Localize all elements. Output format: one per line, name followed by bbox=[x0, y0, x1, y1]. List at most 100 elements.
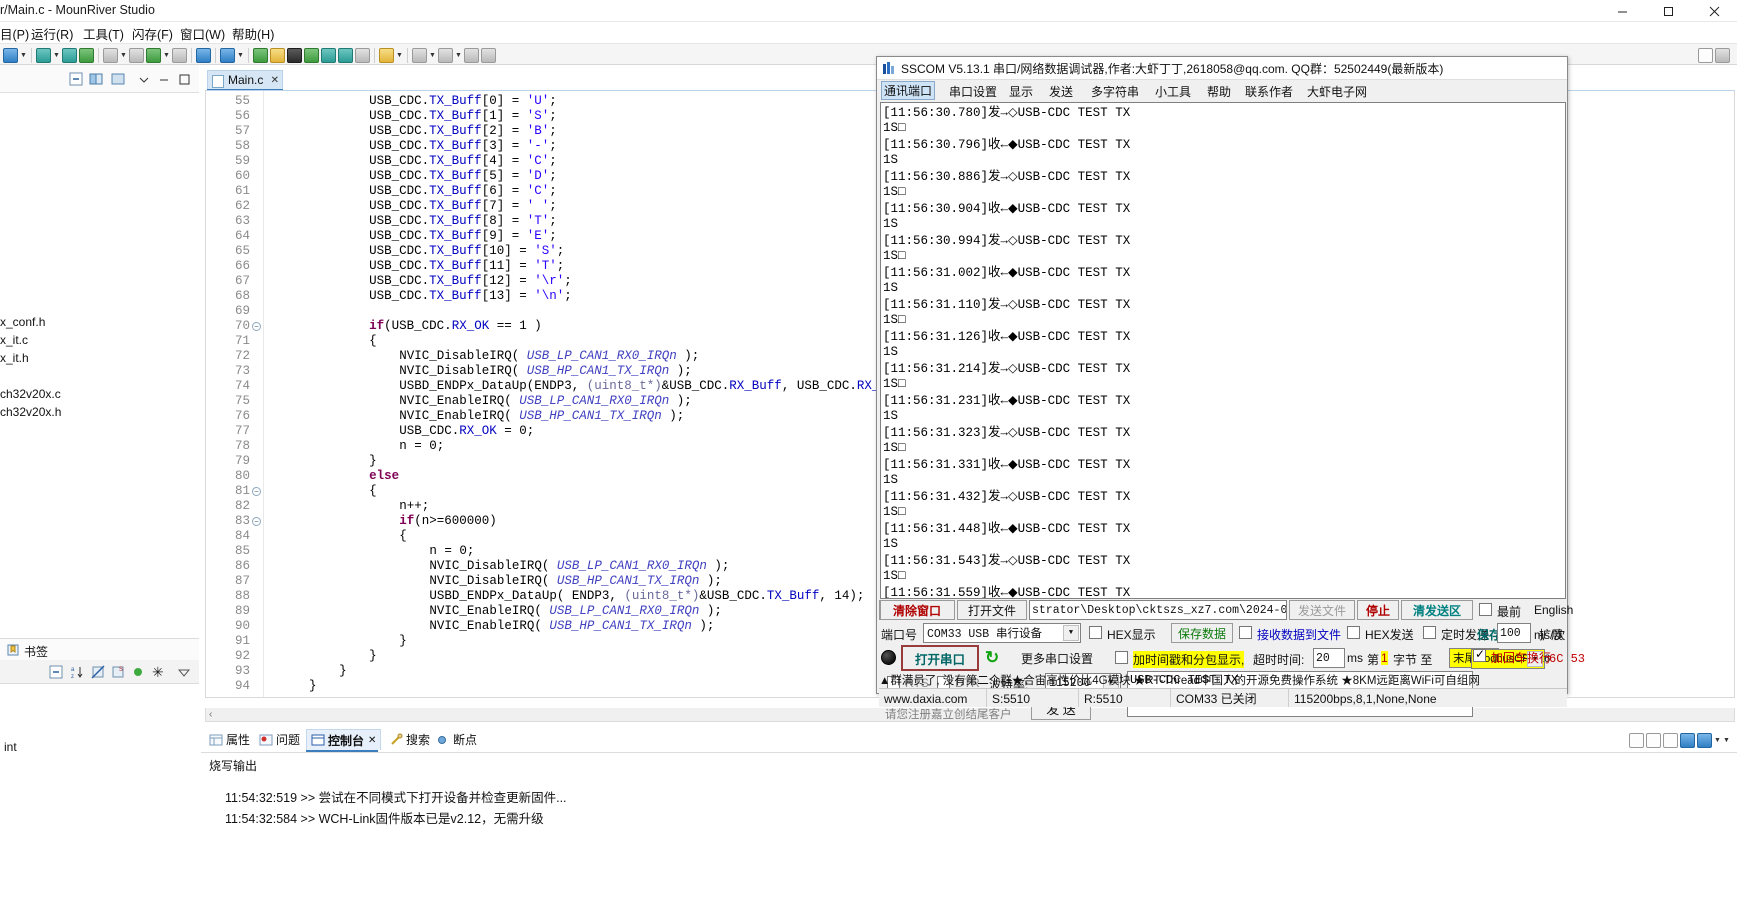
sort-az-icon[interactable]: az bbox=[70, 664, 86, 680]
code-line[interactable]: USB_CDC.TX_Buff[3] = '-'; bbox=[369, 139, 557, 154]
filter-off-icon[interactable] bbox=[90, 664, 106, 680]
file-path-input[interactable]: strator\Desktop\cktszs_xz7.com\2024-08-2… bbox=[1029, 600, 1287, 620]
code-line[interactable]: USB_CDC.TX_Buff[12] = '\r'; bbox=[369, 274, 572, 289]
minimize-button[interactable] bbox=[1599, 0, 1645, 22]
console-export-icon[interactable] bbox=[1628, 732, 1645, 749]
code-line[interactable]: NVIC_EnableIRQ( USB_HP_CAN1_TX_IRQn ); bbox=[429, 619, 714, 634]
indent-left-icon[interactable] bbox=[337, 47, 354, 64]
code-line[interactable]: USB_CDC.TX_Buff[6] = 'C'; bbox=[369, 184, 557, 199]
code-line[interactable]: USB_CDC.TX_Buff[2] = 'B'; bbox=[369, 124, 557, 139]
jd-icon[interactable] bbox=[252, 47, 269, 64]
restore-panel-icon[interactable] bbox=[156, 71, 172, 87]
code-line[interactable]: USB_CDC.RX_OK = 0; bbox=[399, 424, 534, 439]
send-file-button[interactable]: 发送文件 bbox=[1289, 600, 1355, 620]
recv-to-file-checkbox[interactable] bbox=[1239, 626, 1252, 639]
hex-display-checkbox[interactable] bbox=[1089, 626, 1102, 639]
code-line[interactable]: NVIC_EnableIRQ( USB_LP_CAN1_RX0_IRQn ); bbox=[429, 604, 722, 619]
tab-main-c[interactable]: Main.c ✕ bbox=[207, 70, 283, 90]
asterisk-icon[interactable]: ✳ bbox=[150, 664, 166, 680]
code-line[interactable]: USB_CDC.TX_Buff[7] = ' '; bbox=[369, 199, 557, 214]
next-edit-icon[interactable] bbox=[480, 47, 497, 64]
menu-run[interactable]: 运行(R) bbox=[31, 24, 73, 43]
english-label[interactable]: English bbox=[1534, 603, 1573, 617]
code-line[interactable]: USB_CDC.TX_Buff[9] = 'E'; bbox=[369, 229, 557, 244]
project-explorer-tree[interactable]: x_conf.h x_it.c x_it.h ch32v20x.c ch32v2… bbox=[0, 93, 199, 638]
filter-source-icon[interactable]: S bbox=[110, 664, 126, 680]
sscom-menu-help[interactable]: 帮助 bbox=[1207, 83, 1231, 100]
clear-send-button[interactable]: 清发送区 bbox=[1401, 600, 1473, 620]
code-line[interactable]: USB_CDC.TX_Buff[10] = 'S'; bbox=[369, 244, 564, 259]
code-line[interactable]: if(n>=600000) bbox=[399, 514, 497, 529]
code-line[interactable]: USB_CDC.TX_Buff[1] = 'S'; bbox=[369, 109, 557, 124]
minimize-panel-icon[interactable] bbox=[136, 71, 152, 87]
code-line[interactable]: USB_CDC.TX_Buff[0] = 'U'; bbox=[369, 94, 557, 109]
code-line[interactable]: USB_CDC.TX_Buff[4] = 'C'; bbox=[369, 154, 557, 169]
code-line[interactable]: USB_CDC.TX_Buff[8] = 'T'; bbox=[369, 214, 557, 229]
tab-close-icon[interactable]: ✕ bbox=[271, 75, 279, 86]
open-file-button[interactable]: 打开文件 bbox=[957, 600, 1027, 620]
code-line[interactable]: NVIC_EnableIRQ( USB_LP_CAN1_RX0_IRQn ); bbox=[399, 394, 692, 409]
perspective-icon[interactable] bbox=[195, 47, 212, 64]
code-line[interactable]: { bbox=[369, 334, 377, 349]
save-data-button[interactable]: 保存数据 bbox=[1171, 623, 1233, 643]
menu-flash[interactable]: 闪存(F) bbox=[132, 24, 173, 43]
console-display-dropdown-icon[interactable]: ▼ bbox=[1713, 732, 1722, 749]
menu-window[interactable]: 窗口(W) bbox=[180, 24, 225, 43]
code-line[interactable]: } bbox=[339, 664, 347, 679]
tab-console[interactable]: 控制台 ✕ bbox=[306, 729, 382, 750]
help-doc-icon[interactable] bbox=[269, 47, 286, 64]
sscom-menu-display[interactable]: 显示 bbox=[1009, 83, 1033, 100]
maximize-panel-icon[interactable] bbox=[176, 71, 192, 87]
port-select[interactable]: COM33 USB 串行设备 ▼ bbox=[923, 623, 1081, 643]
topmost-checkbox[interactable] bbox=[1479, 603, 1492, 616]
open-port-button[interactable]: 打开串口 bbox=[901, 645, 979, 671]
library-icon[interactable] bbox=[78, 47, 95, 64]
menu-tools[interactable]: 工具(T) bbox=[83, 24, 124, 43]
console-copy-icon[interactable] bbox=[1645, 732, 1662, 749]
sscom-log-view[interactable]: [11:56:30.780]发→◇USB-CDC TEST TX 1S□ [11:5… bbox=[880, 102, 1566, 599]
tree-item-ch32v20x-h[interactable]: ch32v20x.h bbox=[0, 405, 61, 419]
fold-toggle-icon[interactable]: − bbox=[252, 322, 261, 331]
link-editor-icon[interactable] bbox=[88, 71, 104, 87]
forward-nav-dropdown-icon[interactable]: ▼ bbox=[454, 47, 463, 64]
more-port-settings-button[interactable]: 更多串口设置 bbox=[1009, 648, 1105, 668]
console-display-icon[interactable] bbox=[1696, 732, 1713, 749]
tree-item-ch32v20x-c[interactable]: ch32v20x.c bbox=[0, 387, 61, 401]
console-menu-icon[interactable]: ▼ bbox=[1722, 732, 1731, 749]
code-line[interactable]: NVIC_DisableIRQ( USB_HP_CAN1_TX_IRQn ); bbox=[429, 574, 722, 589]
status-dot-icon[interactable] bbox=[130, 664, 146, 680]
code-line[interactable]: USB_CDC.TX_Buff[5] = 'D'; bbox=[369, 169, 557, 184]
console-new-icon[interactable] bbox=[1679, 732, 1696, 749]
code-line[interactable]: NVIC_DisableIRQ( USB_HP_CAN1_TX_IRQn ); bbox=[399, 364, 692, 379]
settings-icon[interactable] bbox=[171, 47, 188, 64]
maximize-button[interactable] bbox=[1645, 0, 1691, 22]
collapse-bookmarks-icon[interactable] bbox=[48, 664, 64, 680]
code-line[interactable]: { bbox=[399, 529, 407, 544]
bookmarks-menu-icon[interactable] bbox=[176, 664, 192, 680]
marker-icon[interactable] bbox=[378, 47, 395, 64]
indent-right-icon[interactable] bbox=[320, 47, 337, 64]
timeout-input[interactable]: 20 bbox=[1313, 648, 1345, 668]
comment-icon[interactable] bbox=[354, 47, 371, 64]
more-toolbar-icon[interactable] bbox=[1714, 47, 1731, 64]
stop-button[interactable]: 停止 bbox=[1357, 600, 1399, 620]
byte-from-value[interactable]: 1 bbox=[1381, 651, 1388, 665]
code-line[interactable]: NVIC_DisableIRQ( USB_LP_CAN1_RX0_IRQn ); bbox=[429, 559, 729, 574]
debug-dropdown-icon[interactable]: ▼ bbox=[162, 47, 171, 64]
tree-item-x-it-c[interactable]: x_it.c bbox=[0, 333, 28, 347]
new-project-icon[interactable] bbox=[2, 47, 19, 64]
code-line[interactable]: USB_CDC.TX_Buff[13] = '\n'; bbox=[369, 289, 572, 304]
sscom-ad-banner[interactable]: ▲群满员了, 没有第二个群★合宙高性价比4G模块 ★RT-Thread中国人的开… bbox=[879, 671, 1567, 688]
build-icon[interactable] bbox=[35, 47, 52, 64]
debug-icon[interactable] bbox=[145, 47, 162, 64]
tab-breakpoints[interactable]: 断点 bbox=[436, 729, 477, 750]
prev-edit-icon[interactable] bbox=[463, 47, 480, 64]
code-line[interactable]: else bbox=[369, 469, 399, 484]
search-dropdown-icon[interactable]: ▼ bbox=[236, 47, 245, 64]
view-menu-icon[interactable] bbox=[110, 71, 126, 87]
tab-properties[interactable]: 属性 bbox=[209, 729, 250, 750]
code-line[interactable]: n = 0; bbox=[399, 439, 444, 454]
play-icon[interactable] bbox=[303, 47, 320, 64]
upload-icon[interactable] bbox=[128, 47, 145, 64]
timed-send-checkbox[interactable] bbox=[1423, 626, 1436, 639]
